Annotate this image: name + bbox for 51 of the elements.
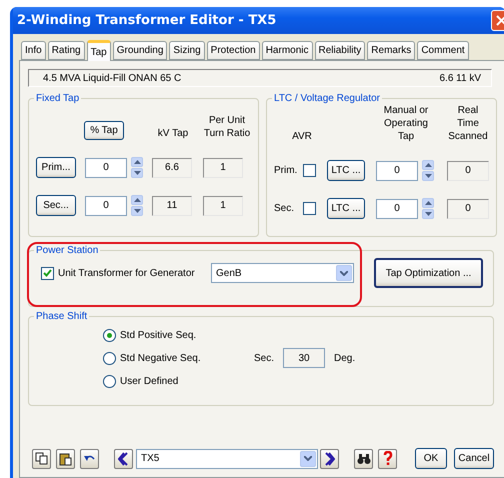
group-title: Phase Shift	[35, 311, 88, 322]
tab[interactable]: Harmonic	[262, 41, 312, 60]
column-header: Real Time Scanned	[447, 104, 489, 143]
tab[interactable]: Comment	[417, 41, 469, 60]
ok-button[interactable]: OK	[415, 448, 447, 469]
ltc-button[interactable]: LTC ...	[327, 198, 365, 219]
rating-summary: 4.5 MVA Liquid-Fill ONAN 65 C	[43, 72, 182, 84]
turn-ratio-field: 1	[203, 158, 243, 178]
radio-label: Std Negative Seq.	[120, 352, 202, 364]
tab[interactable]: Info	[21, 41, 46, 60]
tab[interactable]: Remarks	[367, 41, 416, 60]
tap-field[interactable]: 0	[85, 196, 127, 216]
column-header: Per Unit Turn Ratio	[203, 114, 251, 140]
group-title: Fixed Tap	[35, 93, 80, 104]
column-header: AVR	[291, 130, 313, 143]
percent-tap-button[interactable]: % Tap	[84, 121, 124, 140]
winding-label: Prim.	[274, 165, 298, 176]
column-header: kV Tap	[156, 127, 190, 140]
kv-tap-field: 6.6	[152, 158, 192, 178]
tab[interactable]: Rating	[48, 41, 85, 60]
column-header: Manual or Operating Tap	[382, 104, 430, 143]
ltc-button[interactable]: LTC ...	[327, 160, 365, 181]
checkbox-label: Unit Transformer for Generator	[58, 268, 195, 278]
generator-dropdown[interactable]: GenB	[211, 263, 354, 283]
radio-label: Std Positive Seq.	[120, 330, 198, 340]
element-dropdown[interactable]: TX5	[136, 448, 318, 468]
winding-label: Sec.	[274, 203, 294, 214]
turn-ratio-field: 1	[203, 196, 243, 216]
scanned-tap-field: 0	[447, 198, 489, 218]
tap-field[interactable]: 0	[85, 158, 127, 178]
scanned-tap-field: 0	[447, 160, 489, 180]
tab[interactable]: Sizing	[169, 41, 205, 60]
tap-field[interactable]: 0	[376, 160, 418, 180]
window-title: 2-Winding Transformer Editor - TX5	[17, 13, 276, 28]
tap-field[interactable]: 0	[376, 198, 418, 218]
group-title: LTC / Voltage Regulator	[273, 93, 381, 104]
winding-button[interactable]: Sec...	[36, 195, 76, 216]
tab[interactable]: Tap	[86, 40, 111, 61]
group-title: Power Station	[35, 245, 100, 256]
sec-label: Sec.	[254, 352, 274, 364]
degree-field: 30	[283, 348, 326, 368]
tab[interactable]: Grounding	[112, 41, 168, 60]
tab[interactable]: Reliability	[314, 41, 366, 60]
voltage-summary: 6.6 11 kV	[439, 72, 481, 84]
unit-label: Deg.	[334, 352, 356, 364]
tab[interactable]: Protection	[206, 41, 260, 60]
cancel-button[interactable]: Cancel	[454, 448, 494, 469]
kv-tap-field: 11	[152, 196, 192, 216]
winding-button[interactable]: Prim...	[36, 157, 76, 178]
tap-optimization-button[interactable]: Tap Optimization ...	[374, 258, 483, 288]
radio-label: User Defined	[120, 376, 180, 386]
